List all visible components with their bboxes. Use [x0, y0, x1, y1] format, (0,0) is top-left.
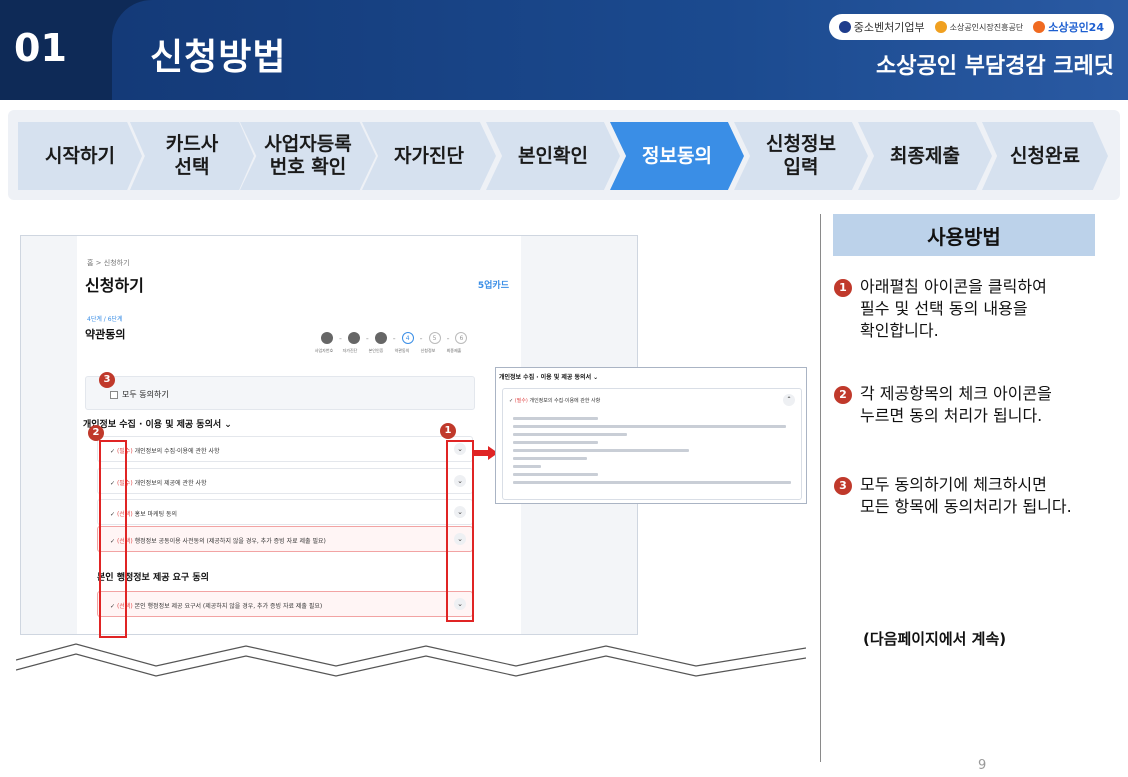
- mini-step-3: [374, 332, 387, 344]
- usage-heading: 사용방법: [833, 214, 1095, 256]
- step-label: 신청정보 입력: [766, 133, 836, 178]
- step-label: 사업자등록 번호 확인: [264, 133, 352, 178]
- instruction-text: 아래펼침 아이콘을 클릭하여 필수 및 선택 동의 내용을 확인합니다.: [860, 277, 1047, 340]
- continued-note: (다음페이지에서 계속): [863, 630, 1007, 648]
- screenshot-title: 신청하기: [85, 276, 144, 295]
- step-1: 시작하기: [18, 122, 142, 190]
- step-label: 카드사 선택: [165, 133, 219, 178]
- consent-section-title: 개인정보 수집 · 이용 및 제공 동의서 ⌄: [83, 420, 232, 430]
- row-text: 본인 행정정보 제공 요구서 (제공하지 않을 경우, 추가 증빙 자료 제출 …: [132, 603, 323, 610]
- divider: [820, 214, 821, 762]
- badge-2: 2: [88, 425, 104, 441]
- instruction-text: 모두 동의하기에 체크하시면 모든 항목에 동의처리가 됩니다.: [860, 475, 1072, 516]
- page-title: 신청방법: [150, 37, 287, 78]
- mini-step-label: 약관동의: [394, 348, 410, 353]
- all-agree-checkbox[interactable]: [110, 390, 118, 399]
- badge-3: 3: [99, 372, 115, 388]
- mini-step-label: 자가진단: [342, 348, 358, 353]
- mini-step-4: 4: [401, 332, 414, 344]
- step-label: 자가진단: [394, 144, 464, 167]
- section-number: 01: [14, 26, 67, 70]
- step-label: 정보동의: [642, 144, 712, 167]
- consent-row[interactable]: ✓ (선택) 행정정보 공동이용 사전동의 (제공하지 않을 경우, 추가 증빙…: [97, 526, 473, 552]
- badge-1: 1: [440, 423, 456, 439]
- step-label: 시작하기: [45, 144, 115, 167]
- consent-row[interactable]: ✓ (필수) 개인정보의 수집·이용에 관한 사항 ⌄: [97, 436, 473, 462]
- popup-head-text: 개인정보의 수집·이용에 관한 사항: [527, 398, 601, 404]
- popup-head-tag: (필수): [514, 398, 528, 404]
- mini-step-6: 6: [455, 332, 468, 344]
- logo-semas-label: 소상공인시장진흥공단: [949, 22, 1024, 32]
- step-label: 신청완료: [1010, 144, 1080, 167]
- torn-edge: [16, 643, 806, 677]
- row-text: 개인정보의 수집·이용에 관한 사항: [132, 448, 220, 455]
- checkbox-highlight: [99, 440, 127, 638]
- mini-step-2: [347, 332, 360, 344]
- instruction-text: 각 제공항목의 체크 아이콘을 누르면 동의 처리가 됩니다.: [860, 384, 1052, 425]
- instruction-1: 1 아래펼침 아이콘을 클릭하여 필수 및 선택 동의 내용을 확인합니다.: [834, 276, 1104, 342]
- logo-mss: 중소벤처기업부: [838, 19, 925, 35]
- instruction-number: 2: [834, 386, 852, 404]
- consent-row[interactable]: ✓ (선택) 홍보 마케팅 동의 ⌄: [97, 499, 473, 525]
- logo-sbiz24-label: 소상공인24: [1048, 21, 1104, 34]
- step-label: 본인확인: [518, 144, 588, 167]
- step-5: 본인확인: [486, 122, 620, 190]
- all-agree-label: 모두 동의하기: [122, 390, 169, 399]
- instruction-number: 3: [834, 477, 852, 495]
- step-4: 자가진단: [362, 122, 496, 190]
- sbiz24-logo-icon: [1033, 21, 1046, 33]
- row-text: 행정정보 공동이용 사전동의 (제공하지 않을 경우, 추가 증빙 자료 제출 …: [132, 538, 326, 545]
- popup-body: [513, 417, 797, 489]
- chevron-up-icon[interactable]: ⌃: [783, 394, 795, 406]
- chevron-highlight: [446, 440, 474, 622]
- step-6: 정보동의: [610, 122, 744, 190]
- logo-bar: 중소벤처기업부 소상공인시장진흥공단 소상공인24: [828, 14, 1114, 40]
- mini-step-label: 본인인증: [368, 348, 384, 353]
- row-text: 개인정보의 제공에 관한 사항: [132, 480, 207, 487]
- instruction-number: 1: [834, 279, 852, 297]
- stage-title: 약관동의: [85, 328, 126, 341]
- logo-sbiz24: 소상공인24: [1033, 19, 1104, 35]
- semas-logo-icon: [934, 21, 947, 33]
- logo-semas: 소상공인시장진흥공단: [934, 21, 1024, 33]
- step-7: 신청정보 입력: [734, 122, 868, 190]
- step-3: 사업자등록 번호 확인: [240, 122, 376, 190]
- row-text: 홍보 마케팅 동의: [132, 511, 178, 518]
- all-agree-row: 모두 동의하기: [110, 389, 169, 400]
- mini-step-labels: 사업자번호 자가진단 본인인증 약관동의 신청정보 최종제출: [313, 348, 465, 354]
- mss-logo-icon: [838, 21, 851, 33]
- logo-mss-label: 중소벤처기업부: [853, 21, 925, 34]
- all-agree-box[interactable]: 모두 동의하기: [85, 376, 475, 410]
- popup-head: ✓ (필수) 개인정보의 수집·이용에 관한 사항: [509, 398, 601, 404]
- popup-title: 개인정보 수집 · 이용 및 제공 동의서 ⌄: [499, 374, 599, 381]
- mini-step-label: 사업자번호: [314, 348, 334, 353]
- step-label: 최종제출: [890, 144, 960, 167]
- consent-row[interactable]: ✓ (필수) 개인정보의 제공에 관한 사항 ⌄: [97, 468, 473, 494]
- popup-box: ✓ (필수) 개인정보의 수집·이용에 관한 사항 ⌃: [502, 388, 802, 500]
- page-number: 9: [978, 758, 987, 773]
- mini-step-label: 신청정보: [420, 348, 436, 353]
- consent-row-admin[interactable]: ✓ (선택) 본인 행정정보 제공 요구서 (제공하지 않을 경우, 추가 증빙…: [97, 591, 473, 617]
- breadcrumb: 홈 > 신청하기: [87, 259, 130, 267]
- step-9: 신청완료: [982, 122, 1108, 190]
- slide: 01 신청방법 중소벤처기업부 소상공인시장진흥공단 소상공인24 소상공인 부…: [0, 0, 1128, 777]
- mini-step-label: 최종제출: [446, 348, 462, 353]
- consent-row-admin-label: ✓ (선택) 본인 행정정보 제공 요구서 (제공하지 않을 경우, 추가 증빙…: [110, 603, 323, 610]
- mini-steps: ---4-5-6: [321, 332, 468, 344]
- step-2: 카드사 선택: [130, 122, 254, 190]
- instruction-3: 3 모두 동의하기에 체크하시면 모든 항목에 동의처리가 됩니다.: [834, 474, 1104, 518]
- mini-step-1: [321, 332, 333, 344]
- step-8: 최종제출: [858, 122, 992, 190]
- card-brand: 5업카드: [477, 281, 509, 291]
- stage-label: 4단계 / 6단계: [87, 316, 123, 323]
- consent-row-label: ✓ (선택) 행정정보 공동이용 사전동의 (제공하지 않을 경우, 추가 증빙…: [110, 538, 326, 545]
- expanded-consent-popup: 개인정보 수집 · 이용 및 제공 동의서 ⌄ ✓ (필수) 개인정보의 수집·…: [495, 367, 807, 504]
- instruction-2: 2 각 제공항목의 체크 아이콘을 누르면 동의 처리가 됩니다.: [834, 383, 1104, 427]
- mini-step-5: 5: [428, 332, 441, 344]
- page-subtitle: 소상공인 부담경감 크레딧: [876, 54, 1114, 79]
